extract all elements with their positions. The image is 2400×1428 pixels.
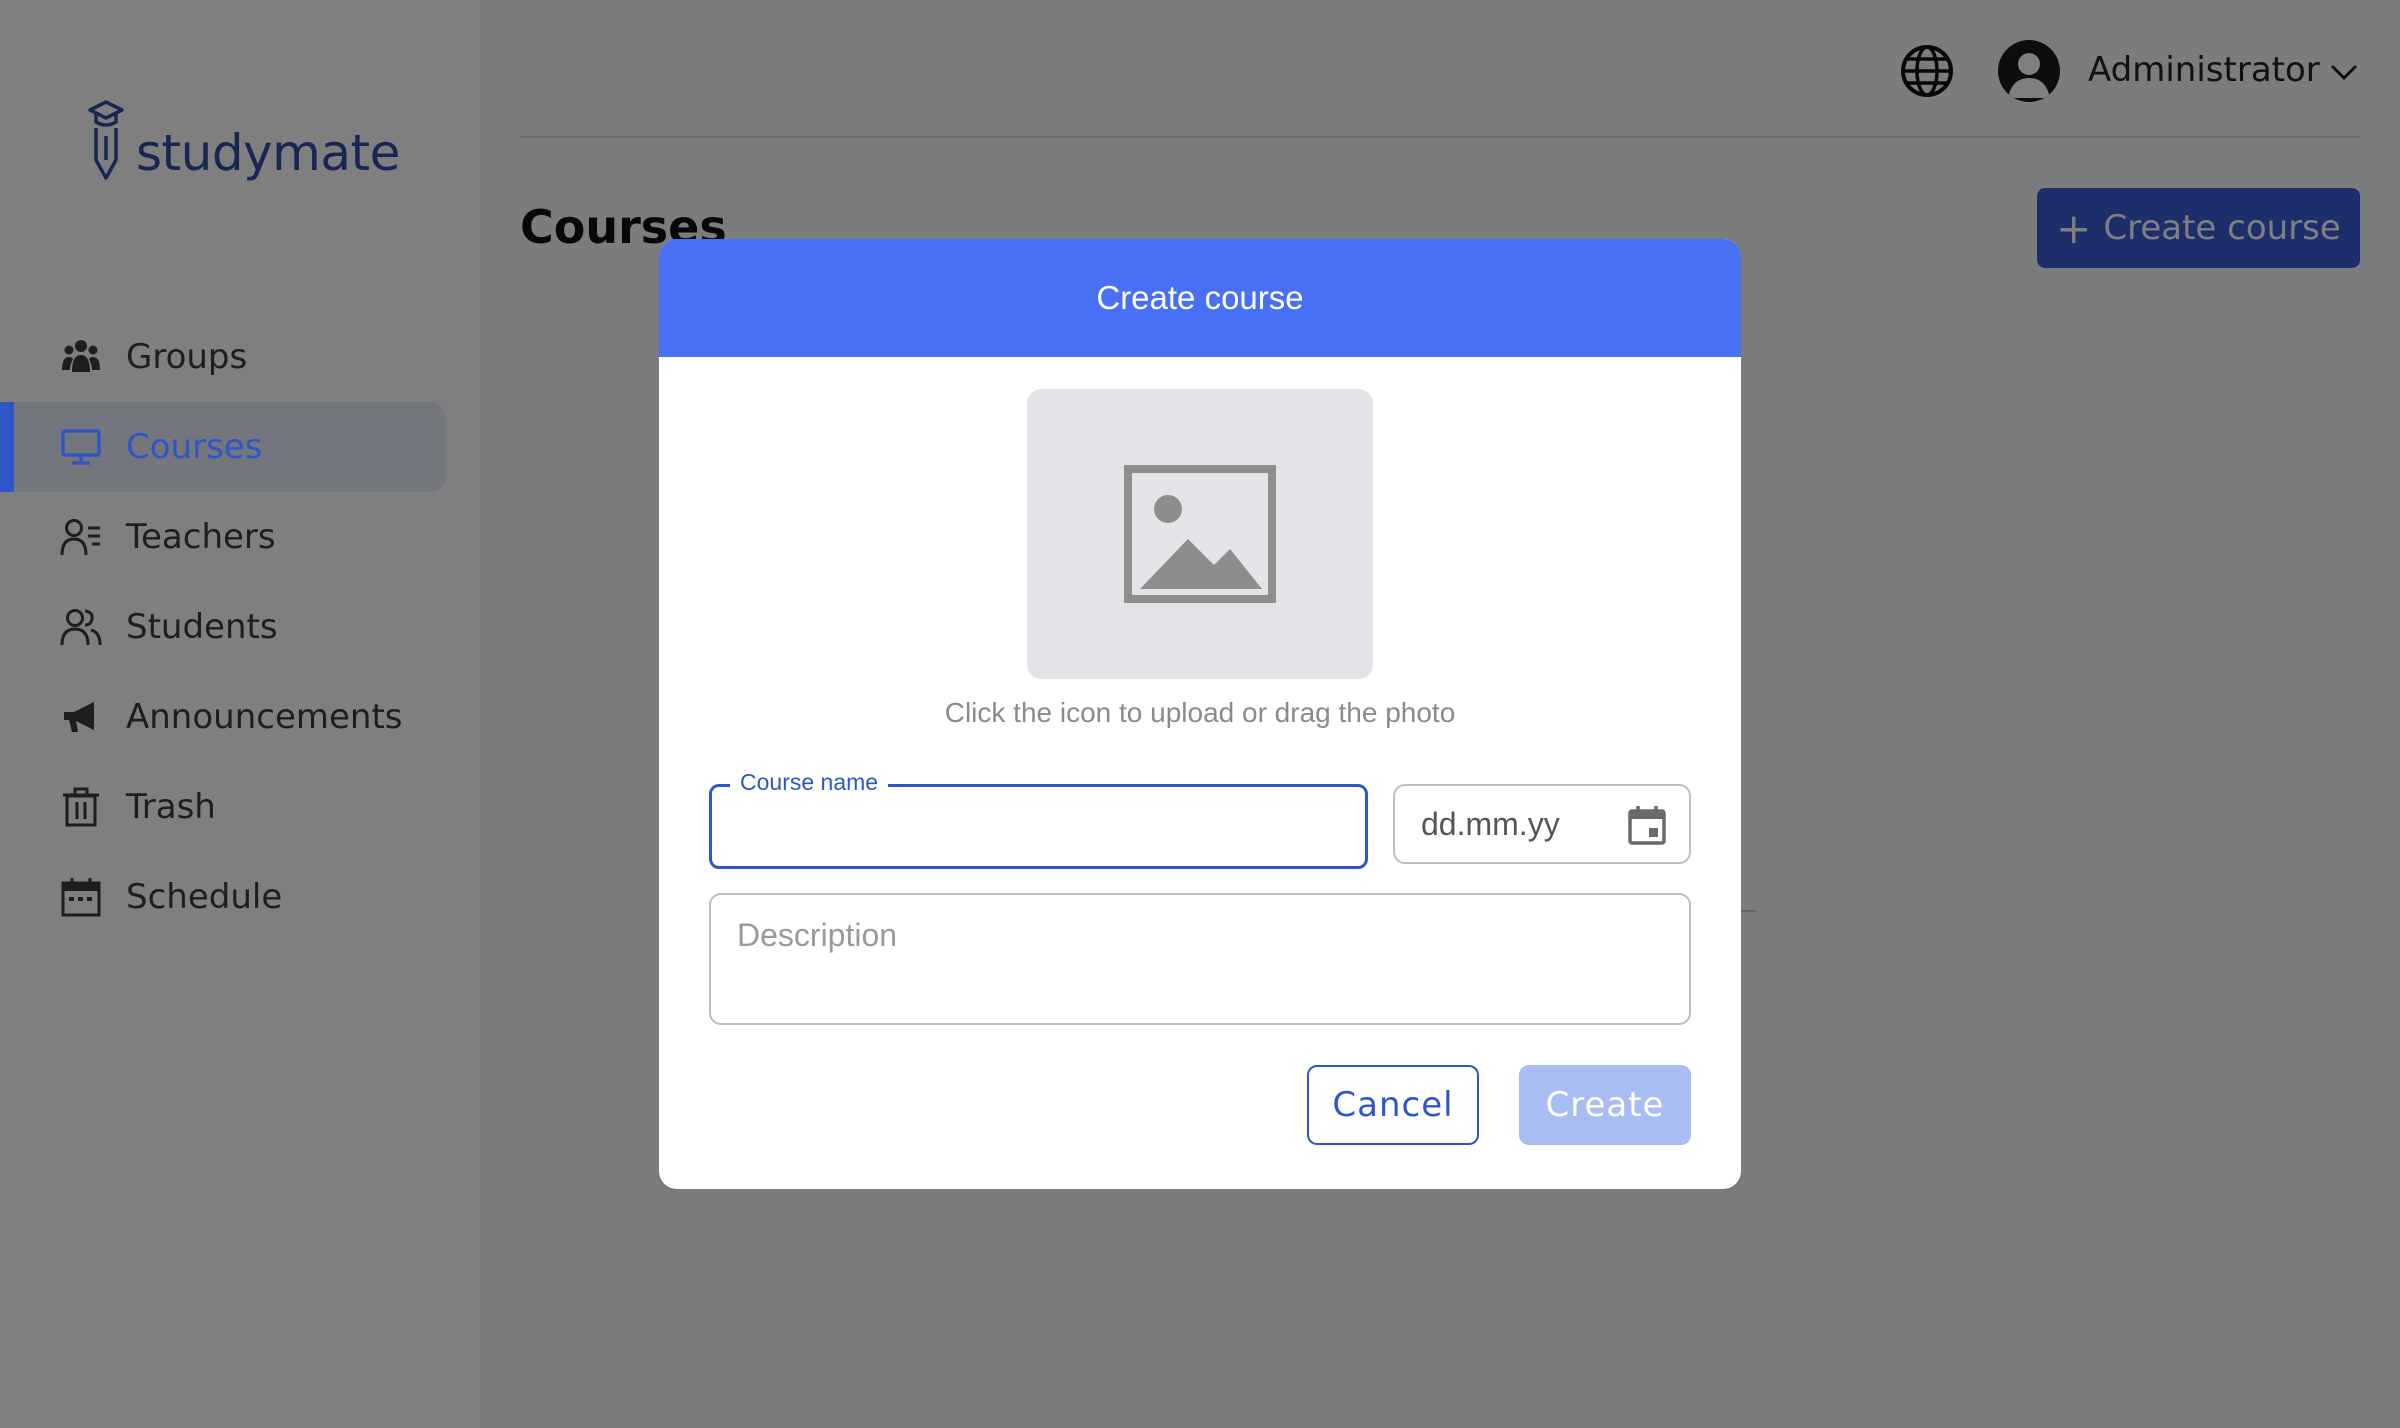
megaphone-icon [60, 696, 102, 738]
sidebar-item-label: Students [126, 607, 278, 647]
cancel-button[interactable]: Cancel [1307, 1065, 1479, 1145]
groups-icon [60, 336, 102, 378]
course-name-input[interactable] [712, 787, 1365, 866]
upload-hint: Click the icon to upload or drag the pho… [944, 697, 1456, 728]
trash-icon [60, 786, 102, 828]
calendar-icon [60, 876, 102, 918]
description-field[interactable] [709, 893, 1691, 1025]
image-placeholder-icon [1124, 465, 1276, 603]
sidebar-item-label: Announcements [126, 697, 403, 737]
sidebar-item-label: Teachers [126, 517, 276, 557]
date-input[interactable] [1395, 786, 1615, 862]
date-field[interactable] [1393, 784, 1691, 864]
monitor-icon [60, 426, 102, 468]
create-course-dialog: Create course Click the icon to upload o… [659, 239, 1741, 1189]
sidebar-item-label: Courses [126, 427, 263, 467]
create-button[interactable]: Create [1519, 1065, 1691, 1145]
teacher-icon [60, 516, 102, 558]
sidebar-item-label: Schedule [126, 877, 283, 917]
sidebar-item-label: Trash [126, 787, 216, 827]
course-name-field[interactable]: Course name [709, 769, 1368, 869]
photo-upload-area[interactable] [1027, 389, 1373, 679]
description-input[interactable] [711, 895, 1689, 1023]
students-icon [60, 606, 102, 648]
calendar-icon[interactable] [1625, 803, 1669, 847]
sidebar-item-label: Groups [126, 337, 248, 377]
dialog-title: Create course [1096, 279, 1304, 316]
dialog-header: Create course [659, 239, 1741, 357]
